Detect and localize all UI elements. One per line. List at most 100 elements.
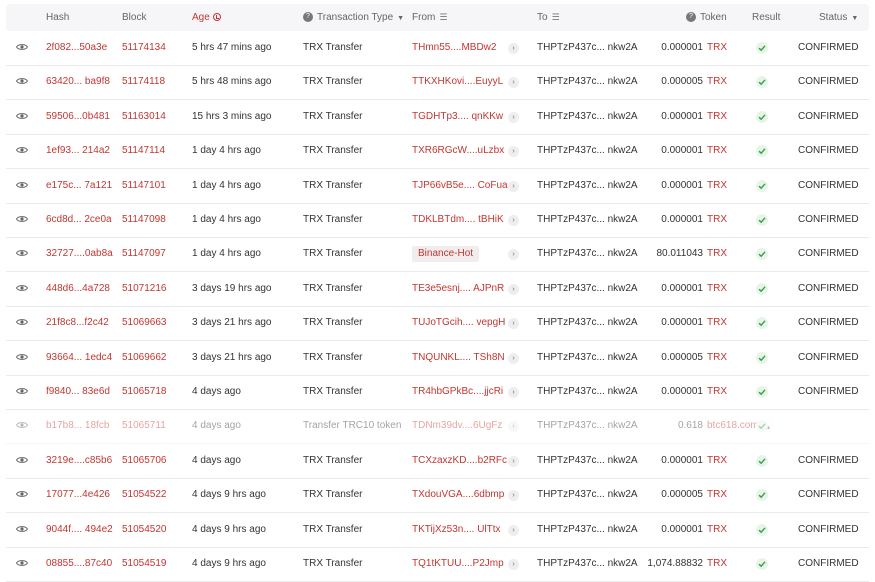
hash-link[interactable]: 59506...0b481: [46, 100, 110, 134]
hash-link[interactable]: 448d6...4a728: [46, 272, 110, 306]
token-name-link[interactable]: TRX: [707, 203, 727, 237]
token-name-link[interactable]: TRX: [707, 513, 727, 547]
to-address[interactable]: THPTzP437c... nkw2A: [537, 272, 638, 306]
hash-link[interactable]: 6cd8d... 2ce0a: [46, 203, 112, 237]
to-address[interactable]: THPTzP437c... nkw2A: [537, 444, 638, 478]
to-address[interactable]: THPTzP437c... nkw2A: [537, 306, 638, 340]
from-address-link[interactable]: TJP66vB5e.... CoFua: [412, 169, 508, 203]
hash-link[interactable]: 63420... ba9f8: [46, 65, 110, 99]
eye-icon[interactable]: [16, 387, 28, 395]
block-link[interactable]: 51054522: [122, 478, 167, 512]
token-name-link[interactable]: TRX: [707, 100, 727, 134]
from-address-link[interactable]: TE3e5esnj.... AJPnR: [412, 272, 504, 306]
eye-icon[interactable]: [16, 559, 28, 567]
to-address[interactable]: THPTzP437c... nkw2A: [537, 547, 638, 581]
block-link[interactable]: 51065711: [122, 409, 166, 443]
from-address-link[interactable]: TCXzaxzKD....b2RFc: [412, 444, 507, 478]
caret-down-icon[interactable]: ▼: [851, 15, 858, 22]
token-name-link[interactable]: TRX: [707, 341, 727, 375]
block-link[interactable]: 51069662: [122, 341, 167, 375]
hash-link[interactable]: f9840... 83e6d: [46, 375, 110, 409]
to-address[interactable]: THPTzP437c... nkw2A: [537, 203, 638, 237]
header-to[interactable]: To ☰: [537, 4, 560, 31]
from-address-link[interactable]: TKTijXz53n.... UlTtx: [412, 513, 501, 547]
to-address[interactable]: THPTzP437c... nkw2A: [537, 341, 638, 375]
block-link[interactable]: 51147098: [122, 203, 166, 237]
eye-icon[interactable]: [16, 77, 28, 85]
block-link[interactable]: 51065718: [122, 375, 167, 409]
block-link[interactable]: 51174118: [122, 65, 165, 99]
to-address[interactable]: THPTzP437c... nkw2A: [537, 409, 638, 443]
to-address[interactable]: THPTzP437c... nkw2A: [537, 169, 638, 203]
from-address-tag[interactable]: Binance-Hot: [412, 246, 480, 263]
block-link[interactable]: 51054519: [122, 547, 167, 581]
hash-link[interactable]: 21f8c8...f2c42: [46, 306, 109, 340]
token-name-link[interactable]: TRX: [707, 65, 727, 99]
to-address[interactable]: THPTzP437c... nkw2A: [537, 375, 638, 409]
hash-link[interactable]: 2f082...50a3e: [46, 31, 107, 65]
from-address-link[interactable]: TTKXHKovi....EuyyL: [412, 65, 503, 99]
eye-icon[interactable]: [16, 421, 28, 429]
from-address-link[interactable]: TQ1tKTUU....P2Jmp: [412, 547, 504, 581]
from-address-link[interactable]: TXR6RGcW....uLzbx: [412, 134, 504, 168]
clock-icon[interactable]: [212, 13, 221, 22]
caret-down-icon[interactable]: ▼: [397, 15, 404, 22]
header-transaction-type[interactable]: ? Transaction Type ▼: [303, 4, 404, 31]
token-name-link[interactable]: TRX: [707, 306, 727, 340]
eye-icon[interactable]: [16, 215, 28, 223]
eye-icon[interactable]: [16, 525, 28, 533]
from-address-link[interactable]: TR4hbGPkBc....jjcRi: [412, 375, 503, 409]
eye-icon[interactable]: [16, 490, 28, 498]
header-status[interactable]: Status ▼: [819, 4, 858, 31]
eye-icon[interactable]: [16, 456, 28, 464]
header-from[interactable]: From ☰: [412, 4, 447, 31]
block-link[interactable]: 51065706: [122, 444, 167, 478]
hash-link[interactable]: 93664... 1edc4: [46, 341, 112, 375]
eye-icon[interactable]: [16, 318, 28, 326]
to-address[interactable]: THPTzP437c... nkw2A: [537, 478, 638, 512]
hash-link[interactable]: 08855....87c40: [46, 547, 112, 581]
hash-link[interactable]: 17077...4e426: [46, 478, 110, 512]
from-address-link[interactable]: TGDHTp3.... qnKKw: [412, 100, 503, 134]
token-name-link[interactable]: TRX: [707, 237, 727, 271]
token-name-link[interactable]: TRX: [707, 375, 727, 409]
hash-link[interactable]: 1ef93... 214a2: [46, 134, 110, 168]
token-name-link[interactable]: TRX: [707, 31, 727, 65]
eye-icon[interactable]: [16, 112, 28, 120]
block-link[interactable]: 51163014: [122, 100, 166, 134]
from-address-link[interactable]: TDNm39dv....6UgFz: [412, 409, 502, 443]
eye-icon[interactable]: [16, 249, 28, 257]
token-name-link[interactable]: TRX: [707, 444, 727, 478]
hash-link[interactable]: 32727....0ab8a: [46, 237, 113, 271]
to-address[interactable]: THPTzP437c... nkw2A: [537, 100, 638, 134]
eye-icon[interactable]: [16, 284, 28, 292]
eye-icon[interactable]: [16, 353, 28, 361]
from-address-link[interactable]: TNQUNKL.... TSh8N: [412, 341, 505, 375]
block-link[interactable]: 51147101: [122, 169, 166, 203]
hash-link[interactable]: e175c... 7a121: [46, 169, 112, 203]
hash-link[interactable]: 9044f.... 494e2: [46, 513, 113, 547]
block-link[interactable]: 51054520: [122, 513, 167, 547]
hash-link[interactable]: 3219e....c85b6: [46, 444, 112, 478]
from-address-link[interactable]: TUJoTGcih.... vepgH: [412, 306, 505, 340]
token-name-link[interactable]: TRX: [707, 169, 727, 203]
filter-icon[interactable]: ☰: [552, 4, 560, 31]
filter-icon[interactable]: ☰: [439, 4, 447, 31]
token-name-link[interactable]: TRX: [707, 478, 727, 512]
token-name-link[interactable]: TRX: [707, 272, 727, 306]
to-address[interactable]: THPTzP437c... nkw2A: [537, 31, 638, 65]
token-name-link[interactable]: TRX: [707, 134, 727, 168]
block-link[interactable]: 51069663: [122, 306, 167, 340]
to-address[interactable]: THPTzP437c... nkw2A: [537, 65, 638, 99]
from-address-link[interactable]: TDKLBTdm.... tBHiK: [412, 203, 504, 237]
eye-icon[interactable]: [16, 146, 28, 154]
block-link[interactable]: 51174134: [122, 31, 166, 65]
from-address-link[interactable]: THmn55....MBDw2: [412, 31, 496, 65]
to-address[interactable]: THPTzP437c... nkw2A: [537, 134, 638, 168]
token-name-link[interactable]: TRX: [707, 547, 727, 581]
from-address-link[interactable]: TXdouVGA....6dbmp: [412, 478, 504, 512]
hash-link[interactable]: b17b8... 18fcb: [46, 409, 109, 443]
to-address[interactable]: THPTzP437c... nkw2A: [537, 513, 638, 547]
eye-icon[interactable]: [16, 43, 28, 51]
eye-icon[interactable]: [16, 181, 28, 189]
